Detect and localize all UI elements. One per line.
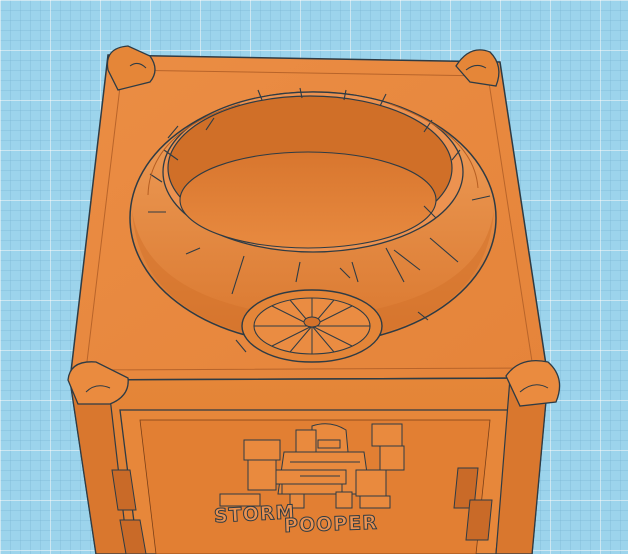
round-grille[interactable] — [241, 289, 383, 363]
workplane-grid[interactable]: STORM POOPER — [0, 0, 628, 554]
3d-model-viewport[interactable]: STORM POOPER — [0, 0, 628, 554]
emboss-line-2: POOPER — [284, 512, 378, 537]
